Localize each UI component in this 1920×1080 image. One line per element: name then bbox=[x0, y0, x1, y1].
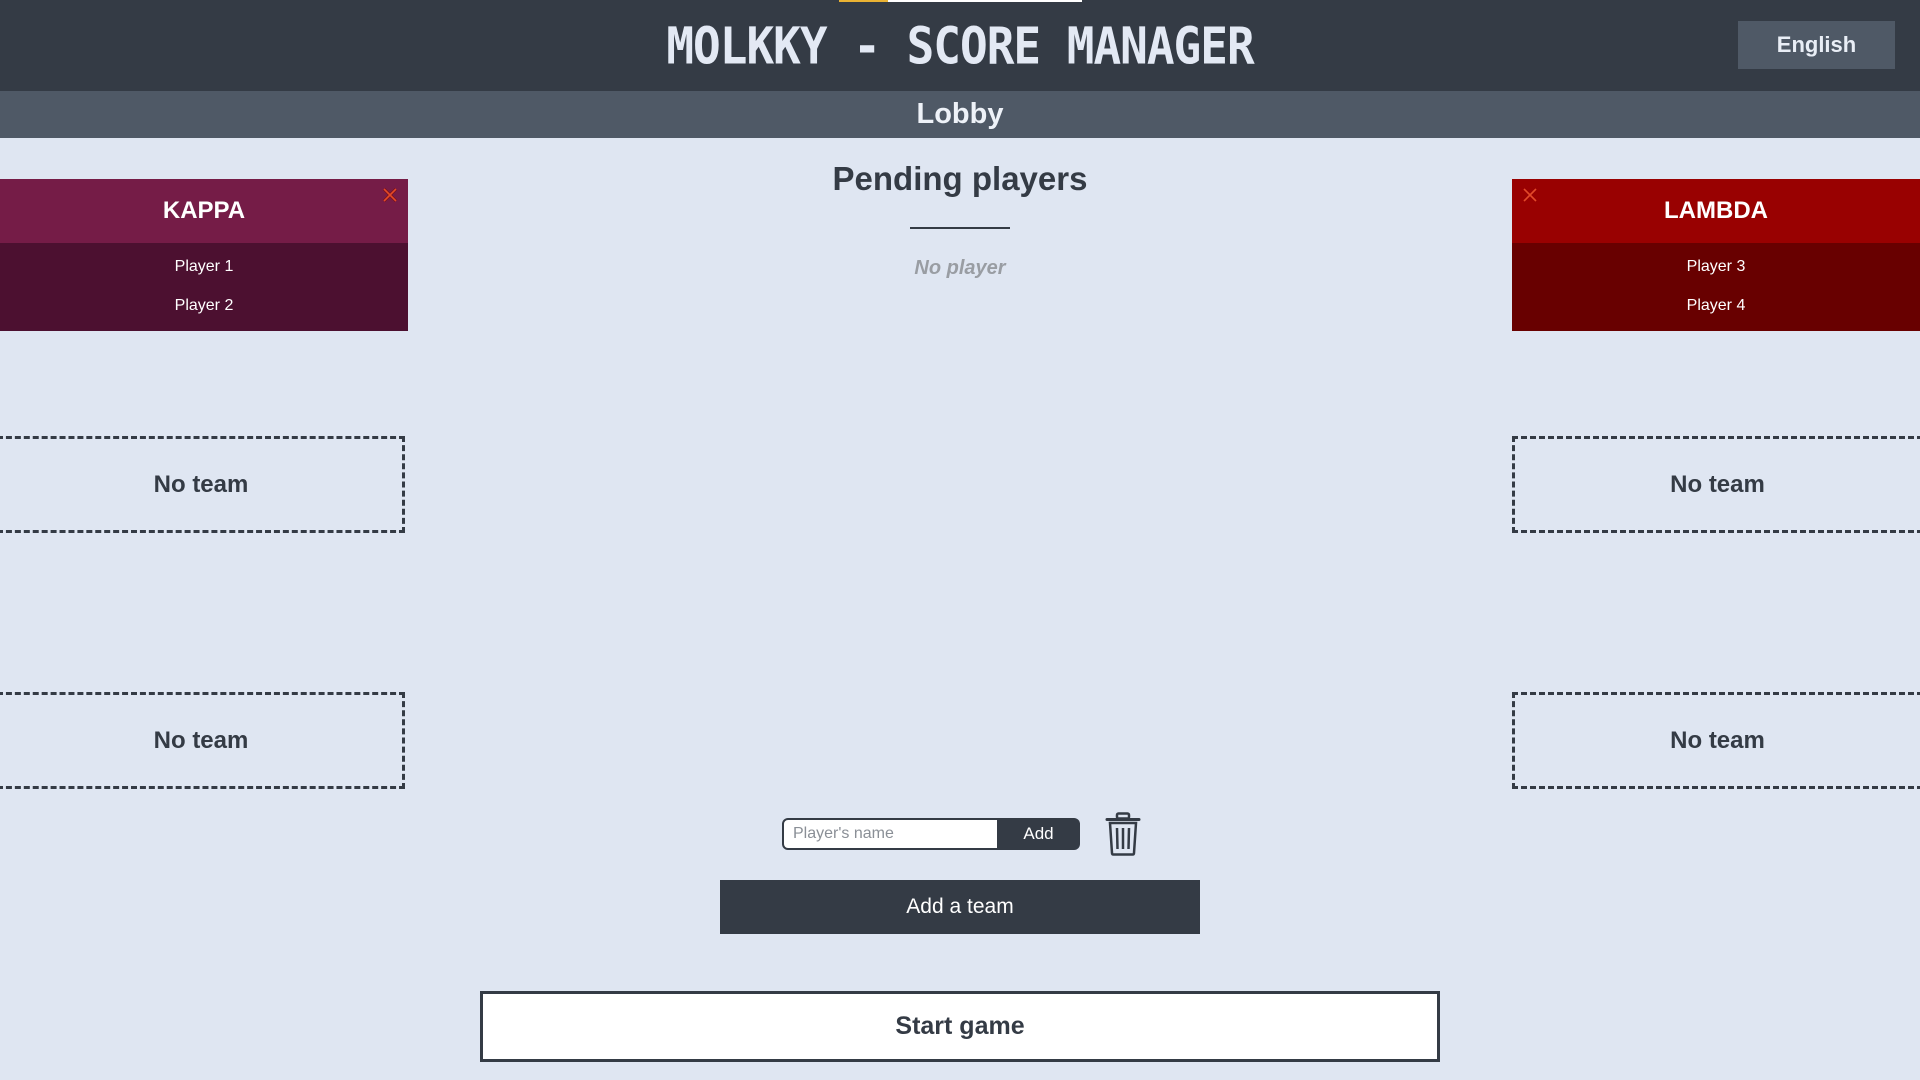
team-card-lambda[interactable]: LAMBDA Player 3 Player 4 bbox=[1512, 179, 1920, 331]
team-player[interactable]: Player 1 bbox=[0, 247, 408, 286]
team-header: KAPPA bbox=[0, 179, 408, 243]
add-team-button[interactable]: Add a team bbox=[720, 880, 1200, 934]
team-card-kappa[interactable]: KAPPA Player 1 Player 2 bbox=[0, 179, 408, 331]
empty-team-slot[interactable]: No team bbox=[1512, 436, 1920, 533]
player-name-input[interactable] bbox=[782, 818, 1000, 850]
team-player[interactable]: Player 4 bbox=[1512, 286, 1920, 325]
close-icon[interactable] bbox=[1520, 185, 1540, 205]
team-player-list: Player 3 Player 4 bbox=[1512, 243, 1920, 331]
team-player-list: Player 1 Player 2 bbox=[0, 243, 408, 331]
top-bar: MOLKKY - SCORE MANAGER English bbox=[0, 0, 1920, 91]
empty-team-slot[interactable]: No team bbox=[1512, 692, 1920, 789]
add-player-button[interactable]: Add bbox=[997, 818, 1080, 850]
add-player-form: Add bbox=[782, 818, 1080, 850]
trash-icon[interactable] bbox=[1104, 812, 1142, 856]
team-name: KAPPA bbox=[162, 197, 246, 224]
app-title: MOLKKY - SCORE MANAGER bbox=[666, 16, 1254, 76]
language-button[interactable]: English bbox=[1738, 21, 1895, 69]
divider bbox=[910, 227, 1010, 229]
empty-team-slot[interactable]: No team bbox=[0, 692, 405, 789]
page-title: Lobby bbox=[0, 91, 1920, 138]
team-name: LAMBDA bbox=[1664, 197, 1768, 224]
team-header: LAMBDA bbox=[1512, 179, 1920, 243]
pending-players-title: Pending players bbox=[832, 160, 1088, 197]
team-player[interactable]: Player 3 bbox=[1512, 247, 1920, 286]
empty-team-slot[interactable]: No team bbox=[0, 436, 405, 533]
close-icon[interactable] bbox=[380, 185, 400, 205]
team-player[interactable]: Player 2 bbox=[0, 286, 408, 325]
start-game-button[interactable]: Start game bbox=[480, 991, 1440, 1062]
no-player-text: No player bbox=[914, 257, 1006, 279]
